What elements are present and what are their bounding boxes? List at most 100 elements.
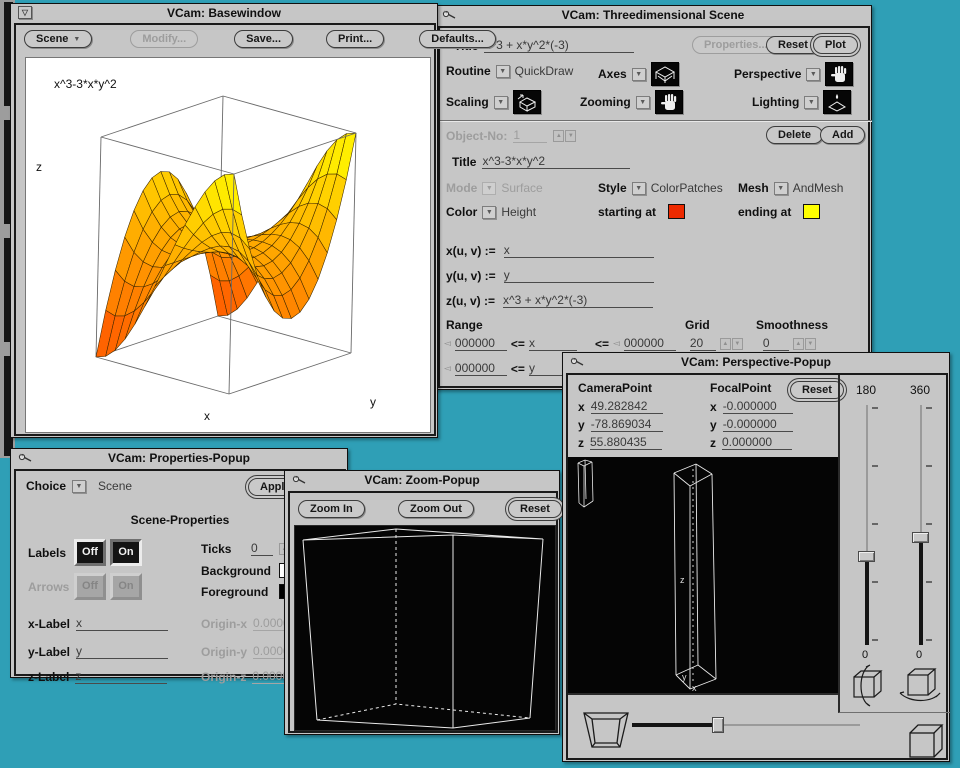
routine-menu-chip[interactable]: ▼ <box>496 65 510 78</box>
mesh-menu-chip[interactable]: ▼ <box>774 182 788 195</box>
scene-window-titlebar[interactable]: VCam: Threedimensional Scene <box>435 6 871 24</box>
color-menu-chip[interactable]: ▼ <box>482 206 496 219</box>
rotate-horizontal-cube-icon[interactable] <box>898 663 942 712</box>
frustum-icon[interactable] <box>578 705 634 758</box>
camera-z-axis: z <box>578 436 584 450</box>
starting-at-label: starting at <box>598 205 656 219</box>
choice-menu-chip[interactable]: ▼ <box>72 480 86 493</box>
window-menu-icon[interactable]: ▽ <box>18 6 32 19</box>
scaling-icon[interactable] <box>513 90 541 114</box>
camera-z-field[interactable]: 55.880435 <box>590 435 662 450</box>
distance-slider-handle[interactable] <box>712 717 724 733</box>
basewindow: ▽ VCam: Basewindow Scene▼ Modify... Save… <box>10 3 438 438</box>
delete-button[interactable]: Delete <box>766 126 823 144</box>
zoom-window-titlebar[interactable]: VCam: Zoom-Popup <box>285 471 559 489</box>
pushpin-icon[interactable] <box>570 356 585 368</box>
scene-menu-button[interactable]: Scene▼ <box>24 30 92 48</box>
smoothness-u-spinner[interactable]: ▲▼ <box>793 338 816 350</box>
lighting-menu-chip[interactable]: ▼ <box>804 96 818 109</box>
background-label: Background <box>201 564 271 578</box>
perspective-reset-button[interactable]: Reset <box>790 381 844 399</box>
smoothness-u-field[interactable]: 0 <box>763 336 789 351</box>
object-no-value[interactable]: 1 <box>513 128 547 143</box>
pushpin-icon[interactable] <box>442 9 457 21</box>
origin-x-label: Origin-x <box>201 617 247 631</box>
focal-x-axis: x <box>710 400 717 414</box>
reset-button[interactable]: Reset <box>766 36 820 54</box>
scene-window-content: Title x^3 + x*y^2*(-3) Properties... Res… <box>438 26 870 388</box>
grid-u-field[interactable]: 20 <box>690 336 716 351</box>
perspective-window-titlebar[interactable]: VCam: Perspective-Popup <box>563 353 949 371</box>
zooming-label: Zooming <box>580 95 631 109</box>
save-button[interactable]: Save... <box>234 30 293 48</box>
perspective-canvas[interactable]: z y x <box>568 457 838 693</box>
focal-x-field[interactable]: -0.000000 <box>723 399 793 414</box>
right-slider-min-label: 0 <box>916 649 922 661</box>
lighting-icon[interactable] <box>823 90 851 114</box>
camera-x-field[interactable]: 49.282842 <box>591 399 663 414</box>
modify-button[interactable]: Modify... <box>130 30 198 48</box>
perspective-right-panel: 180 360 0 0 <box>838 375 950 713</box>
print-button[interactable]: Print... <box>326 30 384 48</box>
mode-menu-chip[interactable]: ▼ <box>482 182 496 195</box>
scene-title-field[interactable]: x^3 + x*y^2*(-3) <box>484 38 634 53</box>
y-label-field[interactable]: y <box>76 644 168 659</box>
focal-y-field[interactable]: -0.000000 <box>723 417 793 432</box>
camera-y-field[interactable]: -78.869034 <box>591 417 663 432</box>
zoom-reset-button[interactable]: Reset <box>508 500 562 518</box>
perspective-distance-slider[interactable] <box>632 717 860 733</box>
zooming-hand-icon[interactable] <box>655 90 683 114</box>
perspective-menu-chip[interactable]: ▼ <box>806 68 820 81</box>
zoom-in-button[interactable]: Zoom In <box>298 500 365 518</box>
axes-icon[interactable] <box>651 62 679 86</box>
range-max-u-field[interactable]: 000000 <box>624 336 676 351</box>
scaling-menu-chip[interactable]: ▼ <box>494 96 508 109</box>
focal-z-axis: z <box>710 436 716 450</box>
ending-color-swatch[interactable] <box>803 204 820 219</box>
z-label-field[interactable]: z <box>75 669 167 684</box>
defaults-button[interactable]: Defaults... <box>419 30 496 48</box>
plot-z-axis-label: z <box>36 160 42 174</box>
elevation-slider[interactable] <box>856 405 878 645</box>
x-equation-field[interactable]: x <box>504 243 654 258</box>
arrows-off-toggle[interactable]: Off <box>74 573 106 600</box>
azimuth-slider-handle[interactable] <box>912 532 929 543</box>
azimuth-slider[interactable] <box>910 405 932 645</box>
plot-button[interactable]: Plot <box>813 36 858 54</box>
pushpin-icon[interactable] <box>292 474 307 486</box>
starting-color-swatch[interactable] <box>668 204 685 219</box>
y-equation-field[interactable]: y <box>504 268 654 283</box>
mode-label: Mode <box>446 181 477 195</box>
object-no-spinner[interactable]: ▲▼ <box>553 130 576 142</box>
z-equation-field[interactable]: x^3 + x*y^2*(-3) <box>503 293 653 308</box>
grid-u-spinner[interactable]: ▲▼ <box>720 338 743 350</box>
x-label-field[interactable]: x <box>76 616 168 631</box>
basewindow-titlebar[interactable]: ▽ VCam: Basewindow <box>11 4 437 22</box>
elevation-slider-handle[interactable] <box>858 551 875 562</box>
arrows-on-toggle[interactable]: On <box>110 573 142 600</box>
perspective-hand-icon[interactable] <box>825 62 853 86</box>
pushpin-icon[interactable] <box>18 452 33 464</box>
focal-y-axis: y <box>710 418 717 432</box>
labels-off-toggle[interactable]: Off <box>74 539 106 566</box>
range-min-v-field[interactable]: 000000 <box>455 361 507 376</box>
rotate-vertical-cube-icon[interactable] <box>846 663 888 712</box>
perspective-x-label: x <box>692 683 697 693</box>
object-title-field[interactable]: x^3-3*x*y^2 <box>482 154 630 169</box>
range-anchor-icon: ◅ <box>613 338 620 349</box>
add-button[interactable]: Add <box>820 126 865 144</box>
zoom-canvas[interactable] <box>294 525 556 731</box>
zoom-out-button[interactable]: Zoom Out <box>398 500 474 518</box>
properties-window-titlebar[interactable]: VCam: Properties-Popup <box>11 449 347 467</box>
range-var-u-field[interactable]: x <box>529 336 577 351</box>
color-label: Color <box>446 205 477 219</box>
cube-icon[interactable] <box>904 719 946 768</box>
axes-menu-chip[interactable]: ▼ <box>632 68 646 81</box>
zooming-menu-chip[interactable]: ▼ <box>636 96 650 109</box>
lighting-label: Lighting <box>752 95 799 109</box>
focal-z-field[interactable]: 0.000000 <box>722 435 792 450</box>
labels-on-toggle[interactable]: On <box>110 539 142 566</box>
ticks-field[interactable]: 0 <box>251 541 273 556</box>
style-menu-chip[interactable]: ▼ <box>632 182 646 195</box>
range-min-u-field[interactable]: 000000 <box>455 336 507 351</box>
